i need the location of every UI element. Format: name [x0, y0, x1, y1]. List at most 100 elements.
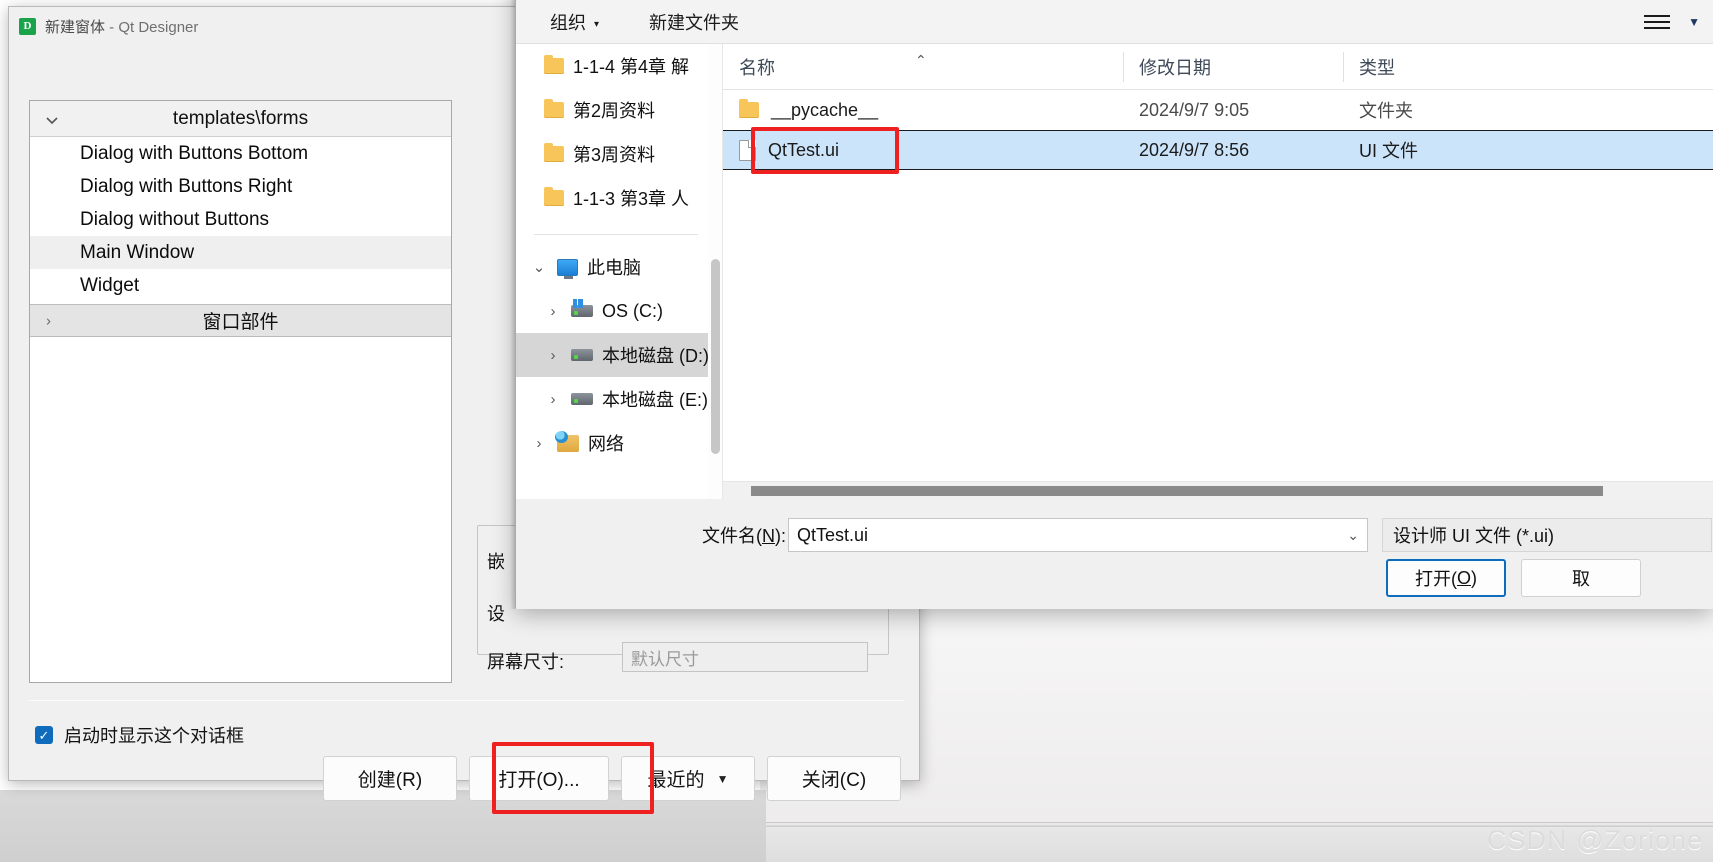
nav-folder-3[interactable]: 第3周资料: [516, 132, 722, 176]
folder-icon: [544, 143, 564, 162]
file-row-name: QtTest.ui: [723, 139, 1123, 161]
file-dialog-open-post: ): [1471, 567, 1477, 588]
background-status-bar: CSDN @Zorione: [760, 825, 1713, 862]
template-item-label: Widget: [80, 274, 140, 296]
file-open-dialog: 组织 ▾ 新建文件夹 ▼ 1-1-4 第4章 解 第2周资料 第3周资料 1-1…: [510, 0, 1713, 609]
chevron-right-icon[interactable]: ›: [544, 347, 562, 364]
nav-item-label: 此电脑: [587, 258, 641, 278]
dialog-separator: [29, 700, 904, 701]
folder-icon: [544, 99, 564, 118]
file-dialog-open-button[interactable]: 打开(O): [1386, 559, 1506, 597]
screen-size-label: 屏幕尺寸:: [487, 652, 565, 672]
folder-icon: [739, 99, 759, 118]
nav-item-local-disk-d[interactable]: › 本地磁盘 (D:): [516, 333, 722, 377]
recent-button[interactable]: 最近的 ▼: [621, 756, 755, 801]
open-button[interactable]: 打开(O)...: [469, 756, 609, 801]
template-item-label: Dialog with Buttons Bottom: [80, 142, 309, 164]
template-item-dialog-buttons-right[interactable]: Dialog with Buttons Right: [30, 170, 451, 203]
chevron-right-icon[interactable]: ›: [544, 391, 562, 408]
chevron-right-icon[interactable]: ›: [530, 435, 548, 452]
nav-folder-1[interactable]: 1-1-4 第4章 解: [516, 44, 722, 88]
table-row[interactable]: __pycache__ 2024/9/7 9:05 文件夹: [723, 90, 1713, 130]
nav-item-label: 本地磁盘 (E:): [602, 390, 708, 410]
drive-os-icon: [571, 299, 593, 317]
file-dialog-cancel-button[interactable]: 取: [1521, 559, 1641, 597]
nav-separator: [534, 234, 698, 235]
column-header-date-label: 修改日期: [1139, 57, 1211, 78]
file-icon: [739, 139, 756, 161]
navigation-scrollbar-thumb[interactable]: [711, 259, 720, 454]
column-header-name-label: 名称: [739, 57, 775, 78]
file-list-horizontal-scrollbar[interactable]: [723, 481, 1713, 499]
create-button[interactable]: 创建(R): [323, 756, 457, 801]
column-header-name[interactable]: 名称 ⌃: [723, 44, 1123, 90]
template-tree: templates\forms Dialog with Buttons Bott…: [29, 100, 452, 683]
file-list-pane: 名称 ⌃ 修改日期 类型 __pycache__ 2024/9/7 9:05 文…: [723, 44, 1713, 499]
filename-row: 文件名(N): QtTest.ui ⌄ 设计师 UI 文件 (*.ui): [516, 517, 1713, 553]
navigation-pane: 1-1-4 第4章 解 第2周资料 第3周资料 1-1-3 第3章 人 ⌄ 此电…: [516, 44, 723, 499]
folder-icon: [544, 187, 564, 206]
filename-label-key: N: [762, 526, 775, 546]
template-item-dialog-without-buttons[interactable]: Dialog without Buttons: [30, 203, 451, 236]
nav-folder-4[interactable]: 1-1-3 第3章 人: [516, 176, 722, 220]
nav-folder-label: 1-1-4 第4章 解: [573, 57, 690, 77]
template-item-dialog-buttons-bottom[interactable]: Dialog with Buttons Bottom: [30, 137, 451, 170]
column-header-type[interactable]: 类型: [1343, 44, 1543, 90]
chevron-right-icon[interactable]: ›: [544, 303, 562, 320]
show-on-startup-checkbox[interactable]: ✓ 启动时显示这个对话框: [35, 722, 244, 748]
navigation-scrollbar[interactable]: [708, 44, 722, 499]
file-dialog-main: 1-1-4 第4章 解 第2周资料 第3周资料 1-1-3 第3章 人 ⌄ 此电…: [516, 44, 1713, 499]
file-name-label: __pycache__: [771, 99, 879, 120]
watermark: CSDN @Zorione: [1487, 825, 1703, 855]
chevron-down-icon[interactable]: ▼: [1688, 15, 1700, 29]
chevron-down-icon[interactable]: ⌄: [1347, 527, 1359, 544]
close-button[interactable]: 关闭(C): [767, 756, 901, 801]
file-dialog-button-row: 打开(O) 取: [516, 559, 1713, 601]
template-group-widgets-label: 窗口部件: [202, 312, 279, 333]
nav-item-network[interactable]: › 网络: [516, 421, 722, 465]
template-list: Dialog with Buttons Bottom Dialog with B…: [30, 137, 451, 302]
pc-icon: [557, 258, 578, 279]
column-header-date[interactable]: 修改日期: [1123, 44, 1343, 90]
template-item-label: Main Window: [80, 241, 195, 263]
table-row[interactable]: QtTest.ui 2024/9/7 8:56 UI 文件: [723, 130, 1713, 170]
file-dialog-open-key: O: [1456, 567, 1471, 588]
column-header-type-label: 类型: [1359, 57, 1395, 78]
filename-label-post: ):: [775, 526, 786, 546]
template-item-widget[interactable]: Widget: [30, 269, 451, 302]
screen-size-field[interactable]: 默认尺寸: [622, 642, 868, 672]
template-group-widgets[interactable]: › 窗口部件: [30, 304, 451, 337]
file-dialog-toolbar-right: ▼: [1638, 10, 1713, 34]
nav-folder-label: 1-1-3 第3章 人: [573, 189, 690, 209]
nav-item-this-pc[interactable]: ⌄ 此电脑: [516, 245, 722, 289]
new-folder-button[interactable]: 新建文件夹: [639, 9, 749, 35]
template-item-main-window[interactable]: Main Window: [30, 236, 451, 269]
new-form-dialog-buttons: 创建(R) 打开(O)... 最近的 ▼ 关闭(C): [323, 756, 901, 801]
nav-item-os-c[interactable]: › OS (C:): [516, 289, 722, 333]
filename-input[interactable]: QtTest.ui ⌄: [788, 518, 1368, 552]
nav-folder-2[interactable]: 第2周资料: [516, 88, 722, 132]
filename-label-pre: 文件名(: [702, 526, 762, 546]
folder-icon: [544, 55, 564, 74]
file-dialog-open-pre: 打开(: [1414, 569, 1457, 589]
file-list-scrollbar-thumb[interactable]: [751, 486, 1604, 496]
template-group-forms[interactable]: templates\forms: [30, 101, 451, 137]
embedded-label: 嵌: [487, 552, 505, 572]
filename-input-value: QtTest.ui: [797, 524, 869, 545]
create-button-label: 创建(R): [357, 770, 423, 791]
file-list-header: 名称 ⌃ 修改日期 类型: [723, 44, 1713, 90]
drive-icon: [571, 349, 593, 361]
file-dialog-cancel-label: 取: [1572, 569, 1590, 589]
checkbox-checked-icon: ✓: [35, 726, 53, 744]
file-row-date: 2024/9/7 8:56: [1139, 139, 1250, 160]
nav-item-local-disk-e[interactable]: › 本地磁盘 (E:): [516, 377, 722, 421]
nav-item-label: 本地磁盘 (D:): [602, 346, 709, 366]
view-options-icon[interactable]: [1638, 10, 1676, 34]
filetype-dropdown[interactable]: 设计师 UI 文件 (*.ui): [1382, 518, 1712, 552]
open-button-label: 打开(O)...: [498, 770, 580, 791]
nav-folder-label: 第3周资料: [573, 145, 656, 165]
sort-ascending-icon: ⌃: [915, 51, 927, 68]
organize-menu[interactable]: 组织 ▾: [540, 9, 609, 35]
nav-item-label: OS (C:): [602, 300, 663, 321]
chevron-down-icon[interactable]: ⌄: [530, 258, 548, 276]
